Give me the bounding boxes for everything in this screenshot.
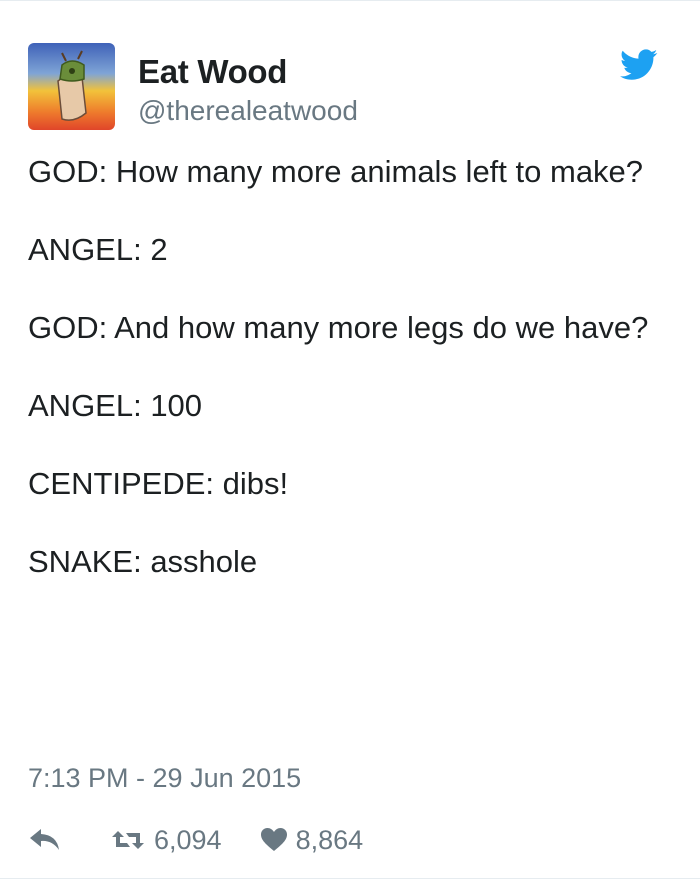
retweet-count: 6,094 — [154, 824, 222, 855]
like-count: 8,864 — [295, 824, 364, 855]
tweet-actions: 6,094 8,864 — [28, 818, 363, 862]
tweet-line: ANGEL: 100 — [28, 388, 203, 423]
tweet-line: SNAKE: asshole — [28, 544, 258, 579]
tweet-header: Eat Wood @therealeatwood — [28, 43, 672, 133]
tweet-line: ANGEL: 2 — [28, 232, 168, 267]
tweet-text: GOD: How many more animals left to make?… — [28, 152, 668, 581]
retweet-button[interactable]: 6,094 — [110, 825, 222, 856]
tweet-timestamp[interactable]: 7:13 PM - 29 Jun 2015 — [28, 763, 301, 794]
author-display-name[interactable]: Eat Wood — [138, 53, 287, 91]
reply-button[interactable] — [28, 827, 62, 853]
tweet-card: Eat Wood @therealeatwood GOD: How many m… — [0, 0, 700, 879]
tweet-line: CENTIPEDE: dibs! — [28, 466, 289, 501]
tweet-line: GOD: How many more animals left to make? — [28, 154, 644, 189]
avatar[interactable] — [28, 43, 115, 130]
reply-icon — [30, 829, 59, 850]
twitter-bird-icon[interactable] — [620, 49, 658, 81]
tweet-line: GOD: And how many more legs do we have? — [28, 310, 649, 345]
like-button[interactable]: 8,864 — [260, 824, 364, 856]
heart-icon — [260, 828, 287, 851]
avatar-image — [28, 43, 115, 130]
author-handle[interactable]: @therealeatwood — [138, 95, 358, 127]
retweet-icon — [112, 831, 144, 849]
